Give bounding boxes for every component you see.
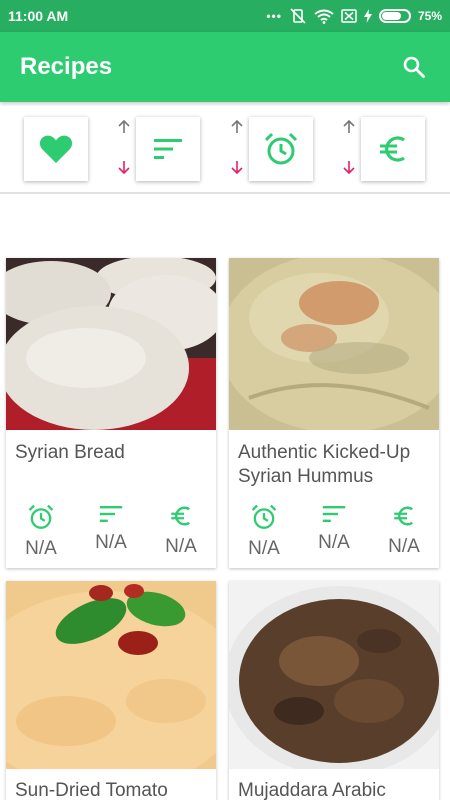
recipe-image <box>6 581 216 769</box>
recipe-meta: N/A N/A N/A <box>6 504 216 560</box>
time-sort-arrows[interactable] <box>228 120 248 180</box>
euro-icon <box>380 136 405 162</box>
no-sim-icon <box>341 9 357 23</box>
status-bar: 11:00 AM ••• 75% <box>0 0 450 32</box>
more-dots-icon: ••• <box>266 9 282 23</box>
cost-sort-arrows[interactable] <box>340 120 360 180</box>
time-value: N/A <box>248 538 280 559</box>
difficulty-sort-arrows[interactable] <box>115 120 135 180</box>
cost-meta: N/A <box>379 504 429 558</box>
euro-icon <box>171 506 190 526</box>
time-meta: N/A <box>239 504 289 560</box>
time-meta: N/A <box>16 504 66 560</box>
search-button[interactable] <box>398 51 430 83</box>
sort-up-icon[interactable] <box>230 120 244 134</box>
status-icons: ••• 75% <box>266 8 442 24</box>
recipe-image <box>229 258 439 430</box>
favorites-filter-button[interactable] <box>24 117 88 181</box>
recipe-title: Authentic Kicked-Up Syrian Hummus <box>238 442 411 487</box>
cost-meta: N/A <box>156 504 206 558</box>
recipe-image <box>229 581 439 769</box>
difficulty-meta: N/A <box>309 504 359 554</box>
alarm-clock-icon <box>251 504 277 529</box>
status-time: 11:00 AM <box>8 8 69 24</box>
battery-percent: 75% <box>417 9 442 23</box>
sort-down-icon[interactable] <box>117 160 131 174</box>
cost-filter-button[interactable] <box>361 117 425 181</box>
difficulty-value: N/A <box>95 532 127 553</box>
difficulty-meta: N/A <box>86 504 136 554</box>
cost-value: N/A <box>165 536 197 557</box>
sort-lines-icon <box>154 139 182 159</box>
wifi-icon <box>314 9 334 24</box>
search-icon <box>403 56 425 78</box>
difficulty-filter-button[interactable] <box>136 117 200 181</box>
difficulty-value: N/A <box>318 532 350 553</box>
sort-up-icon[interactable] <box>117 120 131 134</box>
filter-bar <box>0 106 450 194</box>
time-value: N/A <box>25 538 57 559</box>
time-filter-button[interactable] <box>249 117 313 181</box>
sort-down-icon[interactable] <box>342 160 356 174</box>
heart-icon <box>39 135 73 163</box>
charging-icon <box>363 9 372 23</box>
page-title: Recipes <box>20 53 113 80</box>
euro-icon <box>394 506 413 526</box>
cost-value: N/A <box>388 536 420 557</box>
sort-up-icon[interactable] <box>342 120 356 134</box>
recipe-title: Syrian Bread <box>15 442 125 463</box>
sort-lines-icon <box>99 506 123 522</box>
alarm-clock-icon <box>264 132 298 165</box>
recipe-title: Mujaddara Arabic <box>238 780 386 800</box>
recipe-card[interactable]: Mujaddara Arabic <box>229 581 439 800</box>
recipe-title: Sun-Dried Tomato <box>15 780 168 800</box>
battery-icon <box>378 9 411 23</box>
recipe-card[interactable]: Authentic Kicked-Up Syrian Hummus N/A N/… <box>229 258 439 568</box>
app-bar: Recipes <box>0 32 450 102</box>
recipe-card[interactable]: Sun-Dried Tomato <box>6 581 216 800</box>
recipe-image <box>6 258 216 430</box>
vibrate-off-icon <box>290 8 306 24</box>
alarm-clock-icon <box>28 504 54 529</box>
sort-down-icon[interactable] <box>230 160 244 174</box>
recipe-meta: N/A N/A N/A <box>229 504 439 560</box>
recipe-card[interactable]: Syrian Bread N/A N/A N/A <box>6 258 216 568</box>
sort-lines-icon <box>322 506 346 522</box>
